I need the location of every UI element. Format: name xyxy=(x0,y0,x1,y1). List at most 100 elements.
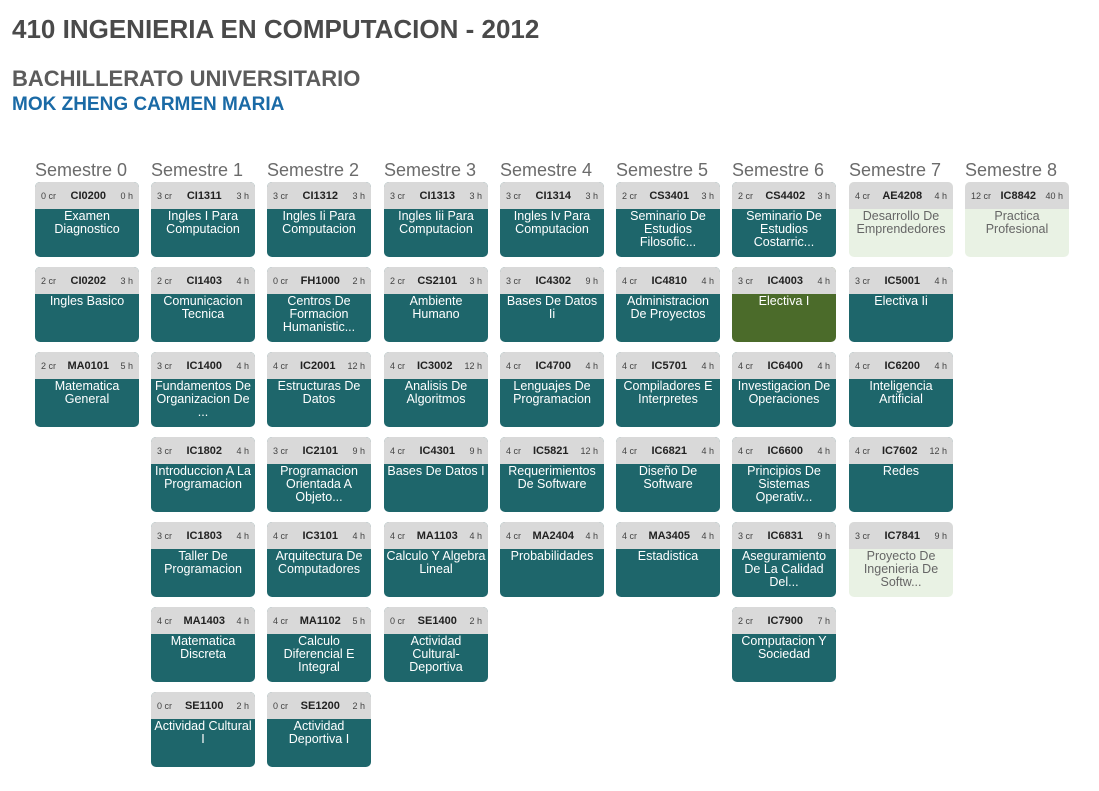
course-card[interactable]: 3 cr IC2101 9 h Programacion Orientada A Ob… xyxy=(267,437,371,512)
course-card[interactable]: 4 cr IC2001 12 h Estructuras De Datos xyxy=(267,352,371,427)
course-card[interactable]: 3 cr CI1311 3 h Ingles I Para Computacion xyxy=(151,182,255,257)
course-card[interactable]: 2 cr CI0202 3 h Ingles Basico xyxy=(35,267,139,342)
course-name: Estructuras De Datos xyxy=(277,379,361,406)
course-credits: 4 cr xyxy=(157,615,173,626)
course-card[interactable]: 2 cr CS4402 3 h Seminario De Estudios Costa… xyxy=(732,182,836,257)
course-header: 2 cr CS3401 3 h xyxy=(616,182,720,209)
course-card[interactable]: 4 cr IC4301 9 h Bases De Datos I xyxy=(384,437,488,512)
course-hours: 4 h xyxy=(352,530,365,541)
course-hours: 4 h xyxy=(934,360,947,371)
course-card[interactable]: 4 cr IC3101 4 h Arquitectura De Computadore… xyxy=(267,522,371,597)
course-header: 3 cr IC4302 9 h xyxy=(500,267,604,294)
course-card[interactable]: 3 cr IC1400 4 h Fundamentos De Organizacion… xyxy=(151,352,255,427)
course-card[interactable]: 0 cr SE1200 2 h Actividad Deportiva I xyxy=(267,692,371,767)
course-hours: 3 h xyxy=(469,190,482,201)
course-card[interactable]: 4 cr IC6600 4 h Principios De Sistemas Oper… xyxy=(732,437,836,512)
course-card[interactable]: 2 cr CS3401 3 h Seminario De Estudios Filos… xyxy=(616,182,720,257)
course-name: Principios De Sistemas Operativ... xyxy=(747,464,821,504)
course-credits: 0 cr xyxy=(41,190,57,201)
course-name: Requerimientos De Software xyxy=(508,464,596,491)
course-card[interactable]: 3 cr IC5001 4 h Electiva Ii xyxy=(849,267,953,342)
course-card[interactable]: 4 cr IC4700 4 h Lenguajes De Programacion xyxy=(500,352,604,427)
course-card[interactable]: 2 cr IC7900 7 h Computacion Y Sociedad xyxy=(732,607,836,682)
course-card[interactable]: 4 cr IC5701 4 h Compiladores E Interpretes xyxy=(616,352,720,427)
course-card[interactable]: 4 cr IC5821 12 h Requerimientos De Software xyxy=(500,437,604,512)
course-hours: 4 h xyxy=(236,615,249,626)
course-header: 3 cr CI1314 3 h xyxy=(500,182,604,209)
course-card[interactable]: 3 cr IC1803 4 h Taller De Programacion xyxy=(151,522,255,597)
course-code: CS4402 xyxy=(765,189,806,202)
course-code: CI0200 xyxy=(70,189,106,202)
course-credits: 3 cr xyxy=(390,190,406,201)
course-code: MA1103 xyxy=(416,529,458,542)
semester-title: Semestre 4 xyxy=(500,160,593,180)
course-card[interactable]: 0 cr SE1100 2 h Actividad Cultural I xyxy=(151,692,255,767)
course-name: Seminario De Estudios Filosofic... xyxy=(630,209,706,249)
course-hours: 4 h xyxy=(817,275,830,286)
course-header: 3 cr IC1400 4 h xyxy=(151,352,255,379)
course-card[interactable]: 4 cr IC6200 4 h Inteligencia Artificial xyxy=(849,352,953,427)
course-card[interactable]: 4 cr IC7602 12 h Redes xyxy=(849,437,953,512)
course-card[interactable]: 12 cr IC8842 40 h Practica Profesional xyxy=(965,182,1069,257)
course-code: IC3101 xyxy=(302,529,338,542)
course-card[interactable]: 3 cr IC7841 9 h Proyecto De Ingenieria De S… xyxy=(849,522,953,597)
course-code: MA1102 xyxy=(299,614,341,627)
course-credits: 4 cr xyxy=(738,445,754,456)
semester-title: Semestre 6 xyxy=(732,160,825,180)
course-card[interactable]: 3 cr CI1313 3 h Ingles Iii Para Computacion xyxy=(384,182,488,257)
course-credits: 4 cr xyxy=(622,530,638,541)
course-header: 2 cr CS4402 3 h xyxy=(732,182,836,209)
course-hours: 2 h xyxy=(352,700,365,711)
course-hours: 4 h xyxy=(585,530,598,541)
course-card[interactable]: 3 cr IC6831 9 h Aseguramiento De La Calidad… xyxy=(732,522,836,597)
course-card[interactable]: 4 cr MA1103 4 h Calculo Y Algebra Lineal xyxy=(384,522,488,597)
course-card[interactable]: 0 cr SE1400 2 h Actividad Cultural-Deportiv… xyxy=(384,607,488,682)
course-credits: 2 cr xyxy=(738,615,754,626)
course-hours: 40 h xyxy=(1045,190,1063,201)
course-header: 4 cr IC6600 4 h xyxy=(732,437,836,464)
course-hours: 4 h xyxy=(236,530,249,541)
course-card[interactable]: 3 cr CI1314 3 h Ingles Iv Para Computacion xyxy=(500,182,604,257)
course-card[interactable]: 4 cr AE4208 4 h Desarrollo De Emprendedores xyxy=(849,182,953,257)
course-header: 0 cr SE1200 2 h xyxy=(267,692,371,719)
course-hours: 5 h xyxy=(120,360,133,371)
course-card[interactable]: 4 cr MA1403 4 h Matematica Discreta xyxy=(151,607,255,682)
course-card[interactable]: 3 cr CI1312 3 h Ingles Ii Para Computacion xyxy=(267,182,371,257)
course-code: IC7841 xyxy=(884,529,920,542)
course-hours: 4 h xyxy=(701,275,714,286)
course-card[interactable]: 2 cr MA0101 5 h Matematica General xyxy=(35,352,139,427)
semester-column: Semestre 1 3 cr CI1311 3 h Ingles I Para Com… xyxy=(151,158,255,767)
course-header: 2 cr IC7900 7 h xyxy=(732,607,836,634)
course-card[interactable]: 0 cr CI0200 0 h Examen Diagnostico xyxy=(35,182,139,257)
course-card[interactable]: 4 cr MA2404 4 h Probabilidades xyxy=(500,522,604,597)
course-header: 4 cr MA2404 4 h xyxy=(500,522,604,549)
course-card[interactable]: 4 cr MA1102 5 h Calculo Diferencial E Integ… xyxy=(267,607,371,682)
course-credits: 3 cr xyxy=(738,275,754,286)
course-credits: 3 cr xyxy=(506,190,522,201)
course-hours: 9 h xyxy=(585,275,598,286)
course-name: Matematica Discreta xyxy=(170,634,236,661)
course-credits: 4 cr xyxy=(855,360,871,371)
course-hours: 3 h xyxy=(585,190,598,201)
course-code: CI1311 xyxy=(186,189,222,202)
course-card[interactable]: 4 cr IC3002 12 h Analisis De Algoritmos xyxy=(384,352,488,427)
course-card[interactable]: 4 cr IC6821 4 h Diseño De Software xyxy=(616,437,720,512)
course-name: Lenguajes De Programacion xyxy=(513,379,591,406)
course-card[interactable]: 4 cr IC4810 4 h Administracion De Proyectos xyxy=(616,267,720,342)
course-card[interactable]: 2 cr CI1403 4 h Comunicacion Tecnica xyxy=(151,267,255,342)
course-card[interactable]: 4 cr IC6400 4 h Investigacion De Operacione… xyxy=(732,352,836,427)
course-header: 4 cr IC2001 12 h xyxy=(267,352,371,379)
course-card[interactable]: 0 cr FH1000 2 h Centros De Formacion Humani… xyxy=(267,267,371,342)
course-code: IC4302 xyxy=(535,274,571,287)
course-hours: 3 h xyxy=(352,190,365,201)
course-card[interactable]: 3 cr IC1802 4 h Introduccion A La Programac… xyxy=(151,437,255,512)
course-hours: 3 h xyxy=(469,275,482,286)
course-card[interactable]: 3 cr IC4003 4 h Electiva I xyxy=(732,267,836,342)
course-hours: 4 h xyxy=(701,530,714,541)
course-card[interactable]: 4 cr MA3405 4 h Estadistica xyxy=(616,522,720,597)
course-card[interactable]: 2 cr CS2101 3 h Ambiente Humano xyxy=(384,267,488,342)
course-name: Fundamentos De Organizacion De ... xyxy=(155,379,251,419)
course-name: Practica Profesional xyxy=(985,209,1049,236)
course-card[interactable]: 3 cr IC4302 9 h Bases De Datos Ii xyxy=(500,267,604,342)
course-credits: 3 cr xyxy=(157,190,173,201)
